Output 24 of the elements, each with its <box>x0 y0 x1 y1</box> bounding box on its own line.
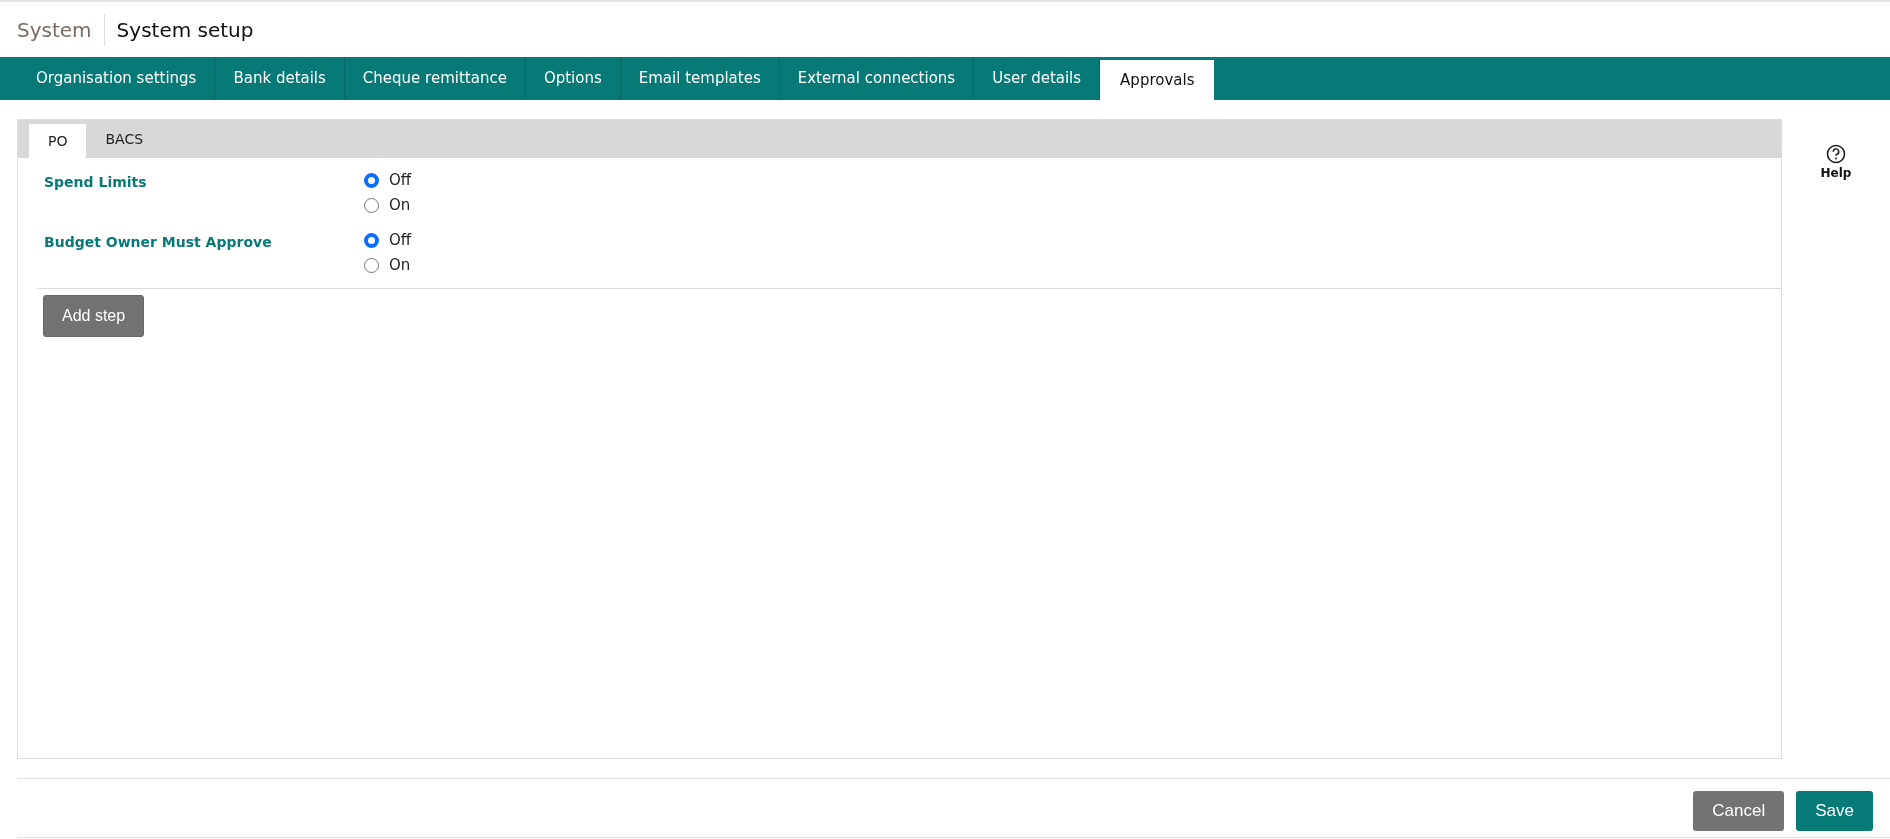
setting-label: Spend Limits <box>44 173 148 192</box>
tab[interactable]: Options <box>525 57 621 100</box>
tab[interactable]: Organisation settings <box>18 57 216 100</box>
help-label[interactable]: Help <box>1820 164 1852 182</box>
radio-button[interactable] <box>364 233 379 248</box>
save-button[interactable]: Save <box>1796 791 1873 831</box>
radio-label[interactable]: On <box>389 194 411 217</box>
setting-label: Budget Owner Must Approve <box>44 233 273 252</box>
radio-label[interactable]: Off <box>389 169 412 192</box>
tab[interactable]: Cheque remittance <box>344 57 526 100</box>
tab[interactable]: Bank details <box>215 57 345 100</box>
tab[interactable]: External connections <box>779 57 975 100</box>
cancel-button[interactable]: Cancel <box>1693 791 1785 831</box>
tab[interactable]: Approvals <box>1100 60 1215 100</box>
sub-tab[interactable]: PO <box>29 124 87 158</box>
radio-button[interactable] <box>364 173 379 188</box>
help-icon[interactable] <box>1826 144 1846 164</box>
radio-label[interactable]: On <box>389 254 411 277</box>
add-step-button[interactable]: Add step <box>43 295 145 337</box>
radio-label[interactable]: Off <box>389 229 412 252</box>
sub-tab[interactable]: BACS <box>86 120 163 158</box>
section-title: System <box>17 13 105 46</box>
tab[interactable]: Email templates <box>620 57 780 100</box>
page-title: System setup <box>115 16 254 44</box>
